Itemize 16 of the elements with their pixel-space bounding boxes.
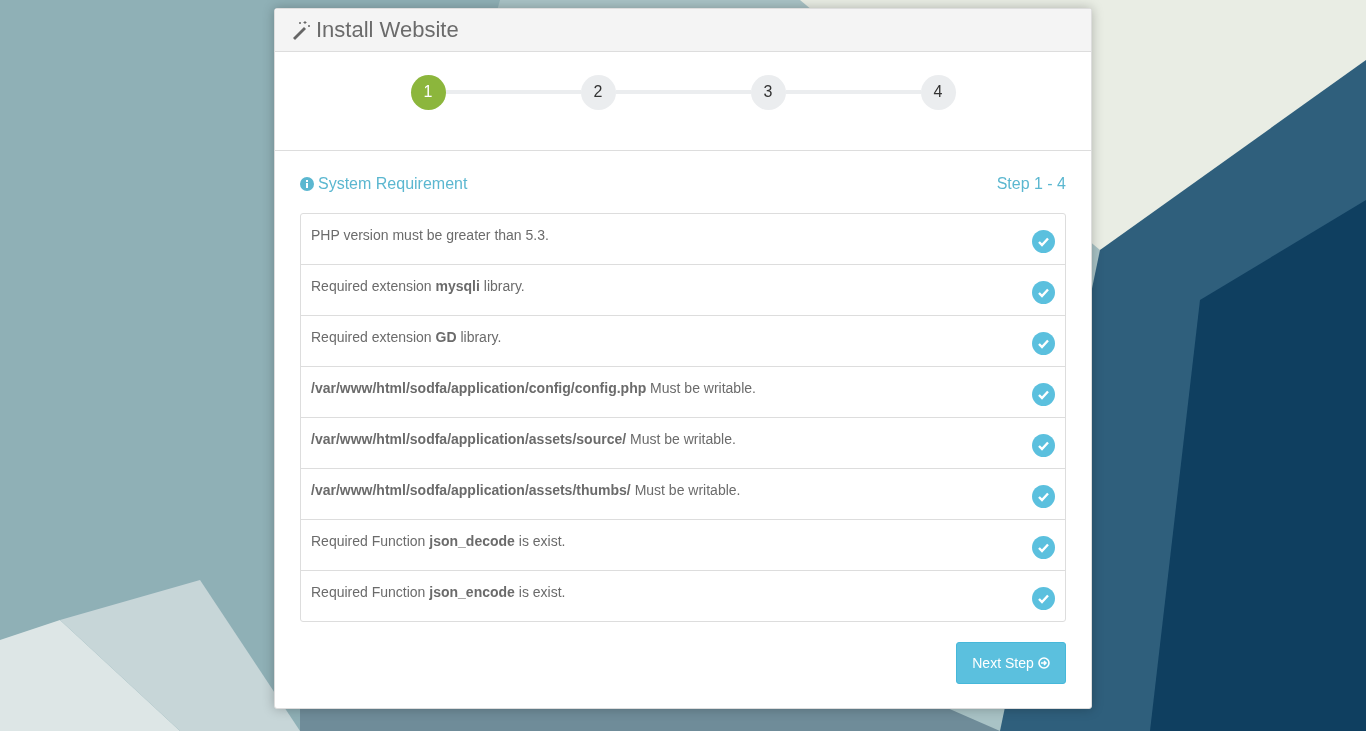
step-circle[interactable]: 3: [750, 74, 786, 110]
panel-title: Install Website: [316, 17, 459, 43]
arrow-circle-icon: [1037, 657, 1050, 669]
step-circle[interactable]: 4: [920, 74, 956, 110]
requirement-text: Required extension mysqli library.: [311, 278, 525, 294]
step-circle[interactable]: 2: [580, 74, 616, 110]
requirement-text: /var/www/html/sodfa/application/config/config.php Must be writable.: [311, 380, 756, 396]
requirement-text: Required extension GD library.: [311, 329, 502, 345]
requirement-text: PHP version must be greater than 5.3.: [311, 227, 549, 243]
requirement-text: Required Function json_decode is exist.: [311, 533, 566, 549]
step-counter: Step 1 - 4: [996, 175, 1066, 193]
section-title: System Requirement: [318, 175, 468, 193]
info-icon: [300, 177, 314, 191]
requirement-text: /var/www/html/sodfa/application/assets/source/ Must be writable.: [311, 431, 736, 447]
requirement-text: /var/www/html/sodfa/application/assets/thumbs/ Must be writable.: [311, 482, 741, 498]
requirement-text: Required Function json_encode is exist.: [311, 584, 566, 600]
